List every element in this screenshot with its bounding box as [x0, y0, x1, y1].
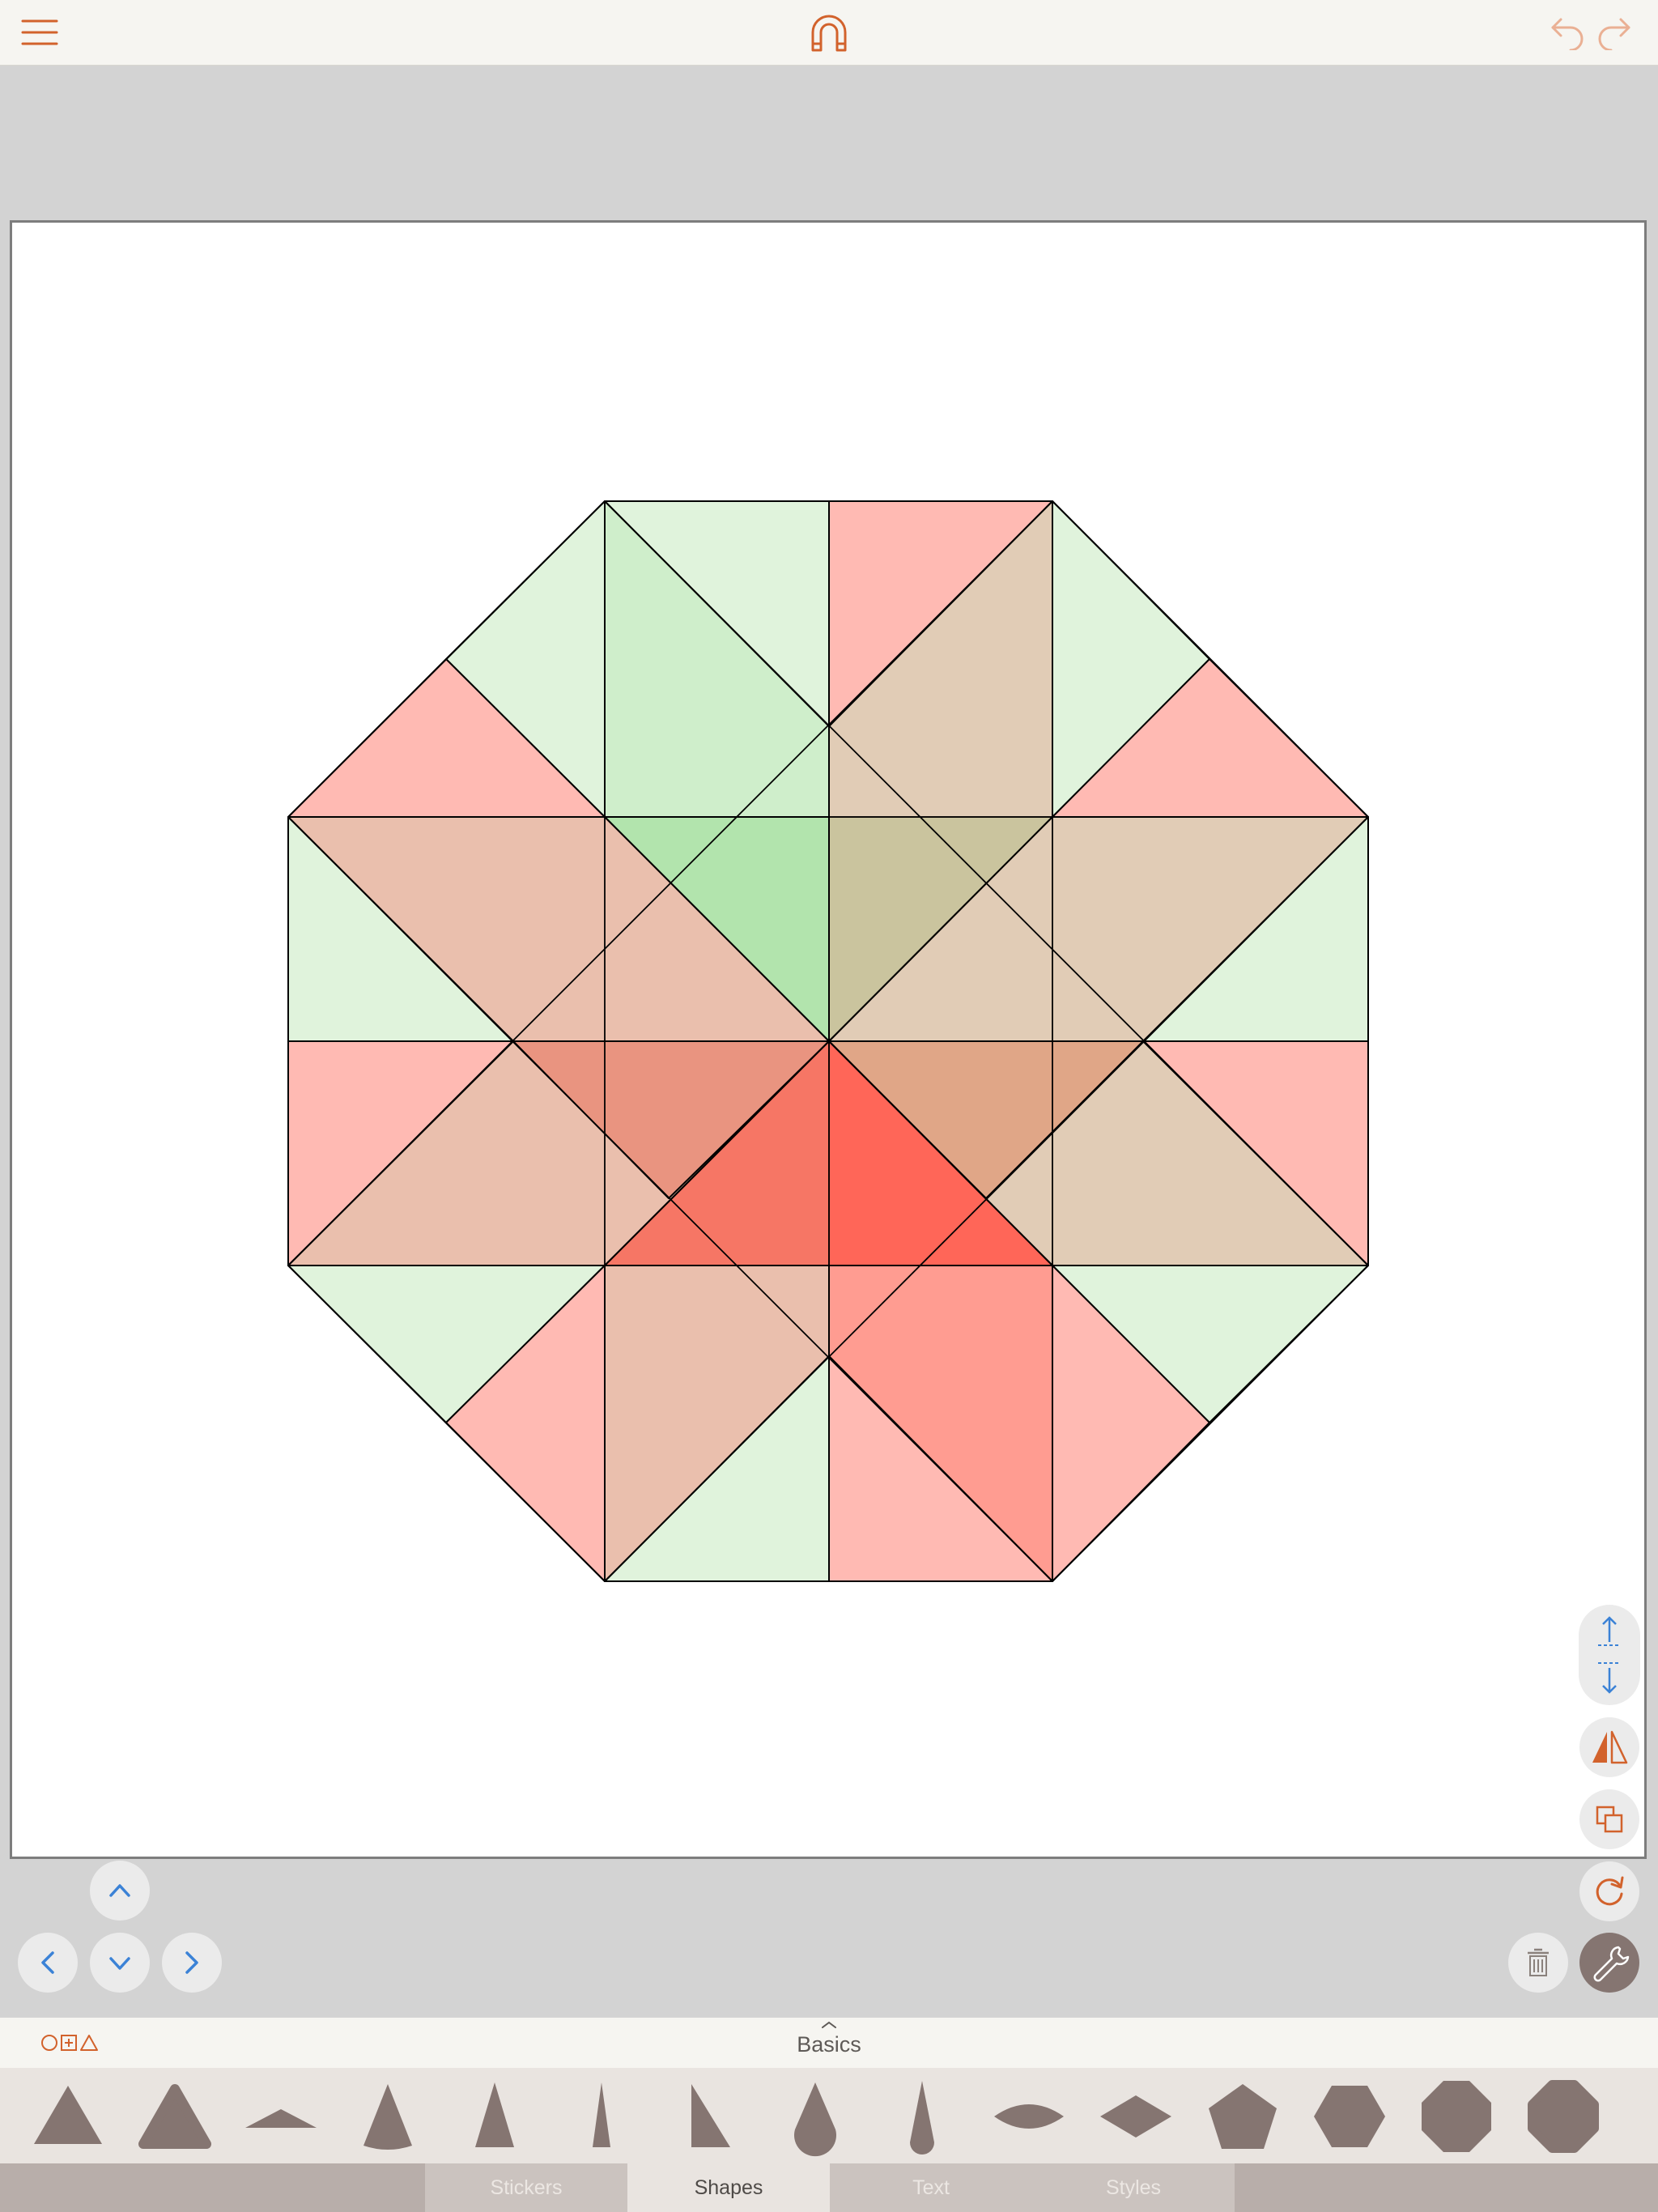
tab-styles[interactable]: Styles	[1032, 2163, 1235, 2212]
wrench-button[interactable]	[1579, 1933, 1639, 1993]
nudge-down-button[interactable]	[90, 1933, 150, 1993]
chevron-left-icon	[41, 1951, 54, 1974]
shape-right-triangle[interactable]	[664, 2074, 753, 2159]
expand-picker-icon[interactable]	[819, 2019, 839, 2031]
shape-strip	[0, 2068, 1658, 2163]
rotate-button[interactable]	[1579, 1861, 1639, 1921]
chevron-right-icon	[185, 1951, 198, 1974]
bottom-tab-bar: Stickers Shapes Text Styles	[0, 2163, 1658, 2212]
shape-rounded-octagon[interactable]	[1519, 2074, 1608, 2159]
shape-teardrop[interactable]	[771, 2074, 860, 2159]
chevron-up-icon	[109, 1884, 130, 1897]
bring-forward-icon[interactable]	[1579, 1605, 1640, 1655]
send-backward-icon[interactable]	[1579, 1655, 1640, 1705]
nudge-up-button[interactable]	[90, 1861, 150, 1921]
nudge-right-button[interactable]	[162, 1933, 222, 1993]
shape-triangle[interactable]	[23, 2074, 113, 2159]
shape-narrow-teardrop[interactable]	[878, 2074, 967, 2159]
flip-icon	[1592, 1730, 1628, 1764]
magnet-icon[interactable]	[808, 11, 850, 53]
undo-icon[interactable]	[1550, 15, 1587, 50]
shape-tall-triangle[interactable]	[450, 2074, 539, 2159]
duplicate-button[interactable]	[1579, 1789, 1639, 1849]
shape-category-title[interactable]: Basics	[0, 2032, 1658, 2057]
shape-pentagon[interactable]	[1198, 2074, 1287, 2159]
hamburger-menu-icon[interactable]	[21, 16, 58, 49]
quilt-artwork[interactable]	[12, 223, 1644, 1857]
shape-rounded-triangle[interactable]	[130, 2074, 219, 2159]
redo-icon[interactable]	[1595, 15, 1632, 50]
tab-shapes[interactable]: Shapes	[627, 2163, 830, 2212]
layer-order-control	[1579, 1605, 1640, 1705]
shape-flat-triangle[interactable]	[236, 2074, 325, 2159]
delete-button[interactable]	[1508, 1933, 1568, 1993]
rotate-icon	[1596, 1876, 1624, 1906]
tab-stickers[interactable]: Stickers	[425, 2163, 627, 2212]
nudge-left-button[interactable]	[18, 1933, 78, 1993]
top-toolbar	[0, 0, 1658, 66]
tab-text[interactable]: Text	[830, 2163, 1032, 2212]
shape-hexagon[interactable]	[1305, 2074, 1394, 2159]
wrench-icon	[1593, 1946, 1630, 1982]
flip-button[interactable]	[1579, 1717, 1639, 1777]
shape-curved-triangle[interactable]	[343, 2074, 432, 2159]
shape-rhombus[interactable]	[1091, 2074, 1180, 2159]
chevron-down-icon	[109, 1957, 130, 1970]
shape-lens[interactable]	[984, 2074, 1073, 2159]
duplicate-icon	[1596, 1806, 1623, 1833]
shape-picker-header: Basics	[0, 2018, 1658, 2068]
design-canvas[interactable]	[10, 220, 1647, 1859]
shape-octagon[interactable]	[1412, 2074, 1501, 2159]
shape-narrow-triangle[interactable]	[557, 2074, 646, 2159]
delete-icon	[1528, 1948, 1549, 1976]
